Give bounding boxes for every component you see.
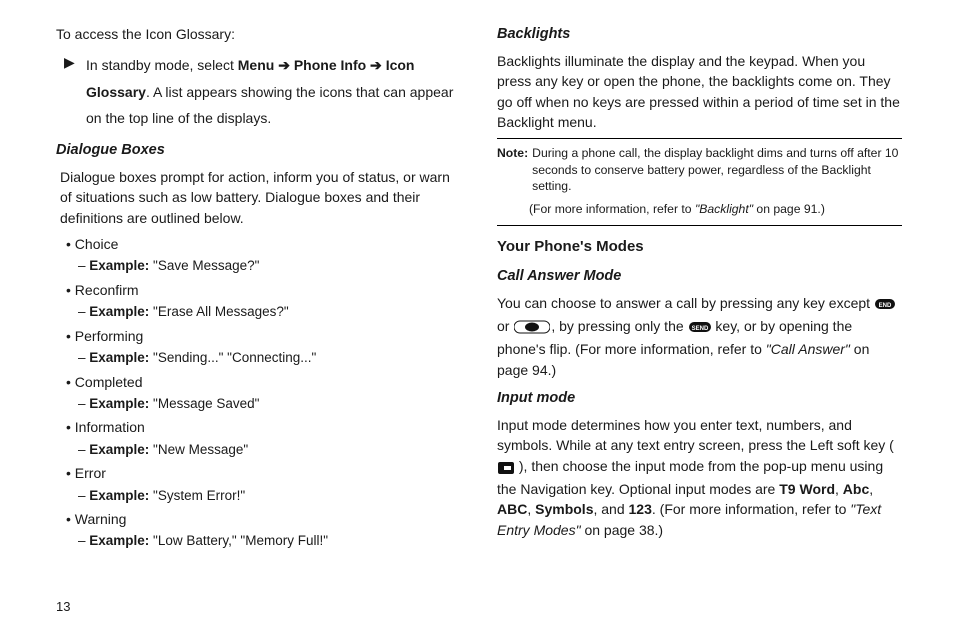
item-name: Reconfirm — [75, 282, 139, 298]
menu-label: Menu — [238, 57, 275, 73]
example-label: Example: — [89, 533, 153, 548]
item-name: Performing — [75, 328, 143, 344]
item-name: Warning — [75, 511, 127, 527]
list-item: • Reconfirm — [66, 280, 461, 300]
item-name: Information — [75, 419, 145, 435]
example-text: "Save Message?" — [153, 258, 259, 273]
dialogue-boxes-body: Dialogue boxes prompt for action, inform… — [60, 167, 461, 228]
example-label: Example: — [89, 350, 153, 365]
example-text: "Message Saved" — [153, 396, 259, 411]
example-line: – Example: "New Message" — [78, 440, 461, 460]
call-answer-heading: Call Answer Mode — [497, 266, 902, 287]
call-a: You can choose to answer a call by press… — [497, 295, 874, 311]
note-body: During a phone call, the display backlig… — [532, 145, 902, 194]
note-reference: (For more information, refer to "Backlig… — [529, 201, 902, 217]
note-line: Note: During a phone call, the display b… — [497, 145, 902, 194]
example-text: "Low Battery," "Memory Full!" — [153, 533, 328, 548]
list-item: • Information — [66, 417, 461, 437]
right-column: Backlights Backlights illuminate the dis… — [497, 24, 910, 554]
modes-heading: Your Phone's Modes — [497, 236, 902, 258]
call-b: or — [497, 318, 513, 334]
dialogue-boxes-heading: Dialogue Boxes — [56, 140, 461, 161]
svg-text:END: END — [879, 303, 892, 309]
note-block: Note: During a phone call, the display b… — [497, 138, 902, 226]
send-key-icon: SEND — [689, 319, 711, 339]
step-item: ▶ In standby mode, select Menu ➔ Phone I… — [64, 52, 461, 132]
list-item: • Completed — [66, 372, 461, 392]
symbols-label: Symbols — [535, 501, 593, 517]
example-line: – Example: "Message Saved" — [78, 394, 461, 414]
input-mode-heading: Input mode — [497, 388, 902, 409]
example-text: "Erase All Messages?" — [153, 304, 289, 319]
example-line: – Example: "Sending..." "Connecting..." — [78, 348, 461, 368]
example-label: Example: — [89, 304, 153, 319]
end-key-icon: END — [875, 296, 895, 316]
example-label: Example: — [89, 488, 153, 503]
two-column-layout: To access the Icon Glossary: ▶ In standb… — [56, 24, 910, 554]
arrow2: ➔ — [366, 57, 386, 73]
softkey-icon — [498, 459, 514, 479]
item-name: Error — [75, 465, 106, 481]
backlights-heading: Backlights — [497, 24, 902, 45]
input-a: Input mode determines how you enter text… — [497, 417, 894, 453]
abc2-label: ABC — [497, 501, 527, 517]
step-text: In standby mode, select Menu ➔ Phone Inf… — [86, 52, 461, 132]
phoneinfo-label: Phone Info — [294, 57, 366, 73]
input-c: . (For more information, refer to — [652, 501, 850, 517]
input-d: on page 38.) — [581, 522, 664, 538]
item-name: Choice — [75, 236, 119, 252]
item-name: Completed — [75, 374, 143, 390]
input-mode-body: Input mode determines how you enter text… — [497, 415, 902, 540]
note-label: Note: — [497, 145, 532, 194]
list-item: • Warning — [66, 509, 461, 529]
note-ref-post: on page 91.) — [753, 202, 825, 216]
and-text: , and — [593, 501, 628, 517]
step-marker-icon: ▶ — [64, 52, 86, 132]
list-item: • Choice — [66, 234, 461, 254]
example-line: – Example: "Erase All Messages?" — [78, 302, 461, 322]
page-number: 13 — [56, 599, 70, 614]
call-c: , by pressing only the — [551, 318, 687, 334]
step-pre: In standby mode, select — [86, 57, 238, 73]
abc1-label: Abc — [843, 481, 869, 497]
example-label: Example: — [89, 258, 153, 273]
intro-text: To access the Icon Glossary: — [56, 24, 461, 44]
left-column: To access the Icon Glossary: ▶ In standb… — [56, 24, 461, 554]
svg-text:SEND: SEND — [691, 326, 708, 332]
example-text: "New Message" — [153, 442, 248, 457]
note-ref-pre: (For more information, refer to — [529, 202, 695, 216]
list-item: • Error — [66, 463, 461, 483]
example-label: Example: — [89, 442, 153, 457]
example-line: – Example: "Low Battery," "Memory Full!" — [78, 531, 461, 551]
note-ref-title: "Backlight" — [695, 202, 753, 216]
arrow1: ➔ — [274, 57, 294, 73]
backlights-body: Backlights illuminate the display and th… — [497, 51, 902, 132]
clr-key-icon — [514, 319, 550, 339]
call-ref-title: "Call Answer" — [766, 341, 850, 357]
example-line: – Example: "System Error!" — [78, 486, 461, 506]
example-text: "System Error!" — [153, 488, 245, 503]
example-line: – Example: "Save Message?" — [78, 256, 461, 276]
t9-label: T9 Word — [779, 481, 835, 497]
example-text: "Sending..." "Connecting..." — [153, 350, 316, 365]
num-label: 123 — [629, 501, 652, 517]
list-item: • Performing — [66, 326, 461, 346]
call-answer-body: You can choose to answer a call by press… — [497, 293, 902, 380]
example-label: Example: — [89, 396, 153, 411]
manual-page: To access the Icon Glossary: ▶ In standb… — [0, 0, 954, 636]
